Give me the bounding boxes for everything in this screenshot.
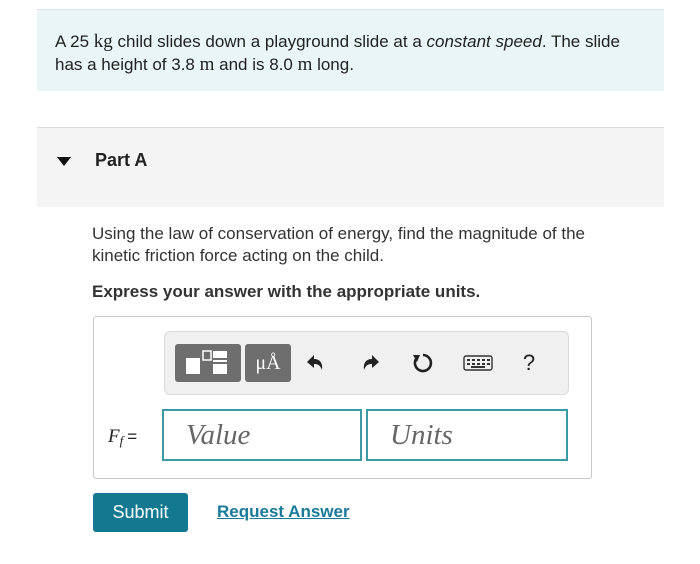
answer-variable: F (108, 426, 120, 447)
answer-instruction: Express your answer with the appropriate… (92, 282, 481, 301)
constant-speed-text: constant speed (426, 32, 542, 51)
answer-label: Ff = (108, 426, 137, 449)
keyboard-icon[interactable] (461, 349, 495, 377)
unit-kg: kg (93, 31, 113, 52)
help-button[interactable]: ? (515, 349, 543, 377)
value-input[interactable]: Value (162, 409, 362, 461)
answer-equals: = (127, 427, 138, 446)
unit-m-length: m (297, 54, 313, 75)
problem-text-2: child slides down a playground slide at … (112, 32, 427, 51)
templates-button[interactable] (175, 344, 241, 382)
request-answer-link[interactable]: Request Answer (217, 502, 350, 522)
unit-m-height: m (199, 54, 215, 75)
question-text: Using the law of conservation of energy,… (92, 224, 585, 265)
undo-icon[interactable] (301, 349, 329, 377)
problem-text-4: and is 8.0 (214, 55, 298, 74)
units-button[interactable]: μÅ (245, 344, 291, 382)
redo-icon[interactable] (357, 349, 385, 377)
problem-text-1: A 25 (55, 32, 94, 51)
part-title: Part A (95, 150, 148, 170)
templates-icon (186, 350, 227, 374)
problem-text-5: long. (312, 55, 354, 74)
reset-icon[interactable] (409, 349, 437, 377)
part-a-header[interactable]: Part A (37, 127, 664, 207)
answer-box: μÅ ? Ff = Value Units (93, 316, 592, 479)
problem-statement: A 25 kg child slides down a playground s… (37, 9, 664, 91)
math-toolbar: μÅ ? (164, 331, 569, 395)
answer-subscript: f (119, 433, 124, 448)
collapse-triangle-icon[interactable] (57, 157, 71, 166)
units-input[interactable]: Units (366, 409, 568, 461)
submit-button[interactable]: Submit (93, 493, 188, 532)
